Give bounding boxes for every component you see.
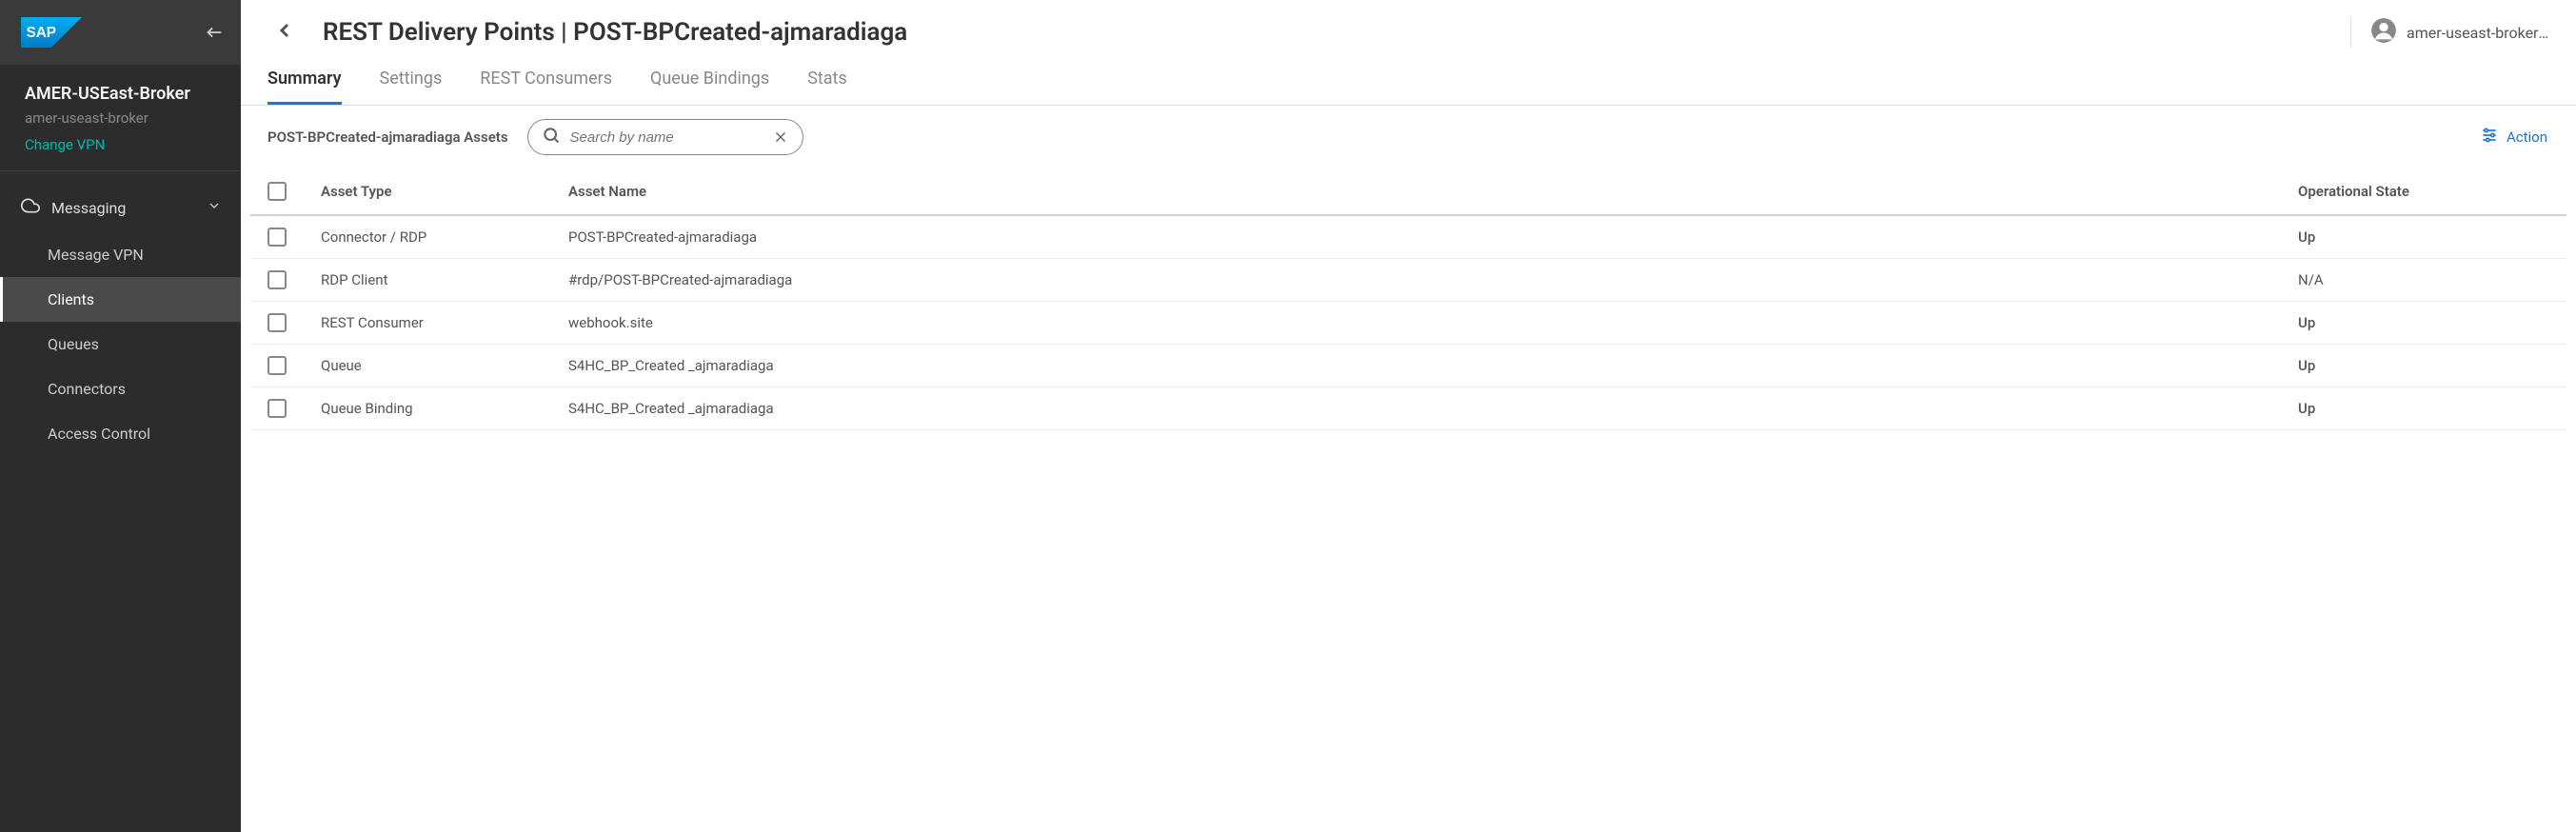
sap-logo: SAP (21, 17, 82, 48)
header-operational-state[interactable]: Operational State (2281, 168, 2566, 215)
chevron-down-icon (207, 198, 222, 217)
main-content: REST Delivery Points | POST-BPCreated-aj… (241, 0, 2576, 832)
cell-operational-state: Up (2281, 215, 2566, 259)
sidebar-header: SAP (0, 0, 241, 65)
select-all-checkbox[interactable] (268, 182, 287, 201)
tune-icon (2480, 126, 2499, 149)
tab-queue-bindings[interactable]: Queue Bindings (650, 69, 769, 105)
row-checkbox[interactable] (268, 228, 287, 247)
table-header-row: Asset Type Asset Name Operational State (250, 168, 2566, 215)
table-row[interactable]: REST Consumer webhook.site Up (250, 302, 2566, 345)
sidebar-item-message-vpn[interactable]: Message VPN (0, 232, 241, 277)
cell-asset-type: Queue Binding (304, 387, 551, 430)
user-info[interactable]: amer-useast-broker-… (2350, 17, 2549, 48)
action-label: Action (2507, 129, 2547, 146)
cell-operational-state: Up (2281, 302, 2566, 345)
cell-asset-name: S4HC_BP_Created _ajmaradiaga (551, 345, 2281, 387)
clear-search-button[interactable] (772, 129, 789, 146)
sidebar-item-clients[interactable]: Clients (0, 277, 241, 322)
cell-asset-type: RDP Client (304, 259, 551, 302)
nav-group-messaging[interactable]: Messaging (0, 183, 241, 232)
page-title: REST Delivery Points | POST-BPCreated-aj… (323, 18, 907, 47)
cell-asset-name: POST-BPCreated-ajmaradiaga (551, 215, 2281, 259)
tab-summary[interactable]: Summary (268, 69, 342, 105)
row-checkbox[interactable] (268, 313, 287, 332)
sidebar-collapse-button[interactable] (203, 22, 224, 43)
row-checkbox[interactable] (268, 356, 287, 375)
toolbar: POST-BPCreated-ajmaradiaga Assets Action (241, 106, 2576, 168)
header-asset-name[interactable]: Asset Name (551, 168, 2281, 215)
cell-operational-state: N/A (2281, 259, 2566, 302)
broker-info: AMER-USEast-Broker amer-useast-broker Ch… (0, 65, 241, 171)
cell-asset-type: Queue (304, 345, 551, 387)
search-box (527, 119, 803, 155)
row-checkbox[interactable] (268, 270, 287, 289)
table-row[interactable]: Connector / RDP POST-BPCreated-ajmaradia… (250, 215, 2566, 259)
top-bar: REST Delivery Points | POST-BPCreated-aj… (241, 0, 2576, 51)
cell-asset-type: REST Consumer (304, 302, 551, 345)
sidebar: SAP AMER-USEast-Broker amer-useast-broke… (0, 0, 241, 832)
sidebar-item-queues[interactable]: Queues (0, 322, 241, 366)
action-button[interactable]: Action (2470, 120, 2557, 154)
assets-table: Asset Type Asset Name Operational State … (250, 168, 2566, 430)
broker-subname: amer-useast-broker (25, 109, 216, 127)
tab-rest-consumers[interactable]: REST Consumers (480, 69, 612, 105)
table-row[interactable]: Queue Binding S4HC_BP_Created _ajmaradia… (250, 387, 2566, 430)
cell-asset-type: Connector / RDP (304, 215, 551, 259)
sidebar-item-access-control[interactable]: Access Control (0, 411, 241, 456)
search-icon (542, 126, 561, 149)
header-asset-type[interactable]: Asset Type (304, 168, 551, 215)
cell-operational-state: Up (2281, 387, 2566, 430)
assets-label: POST-BPCreated-ajmaradiaga Assets (268, 129, 508, 146)
sidebar-item-connectors[interactable]: Connectors (0, 366, 241, 411)
table-row[interactable]: RDP Client #rdp/POST-BPCreated-ajmaradia… (250, 259, 2566, 302)
change-vpn-link[interactable]: Change VPN (25, 136, 216, 153)
nav-section: Messaging Message VPN Clients Queues Con… (0, 171, 241, 456)
search-input[interactable] (570, 129, 763, 146)
cell-operational-state: Up (2281, 345, 2566, 387)
nav-group-label: Messaging (51, 199, 126, 217)
cloud-icon (21, 196, 40, 219)
row-checkbox[interactable] (268, 399, 287, 418)
tabs: Summary Settings REST Consumers Queue Bi… (241, 51, 2576, 106)
cell-asset-name: S4HC_BP_Created _ajmaradiaga (551, 387, 2281, 430)
tab-stats[interactable]: Stats (807, 69, 847, 105)
broker-name: AMER-USEast-Broker (25, 84, 216, 104)
user-name: amer-useast-broker-… (2407, 24, 2549, 42)
tab-settings[interactable]: Settings (380, 69, 443, 105)
table-row[interactable]: Queue S4HC_BP_Created _ajmaradiaga Up (250, 345, 2566, 387)
svg-text:SAP: SAP (27, 25, 56, 41)
cell-asset-name: #rdp/POST-BPCreated-ajmaradiaga (551, 259, 2281, 302)
avatar-icon (2370, 17, 2397, 48)
back-button[interactable] (268, 13, 302, 51)
cell-asset-name: webhook.site (551, 302, 2281, 345)
